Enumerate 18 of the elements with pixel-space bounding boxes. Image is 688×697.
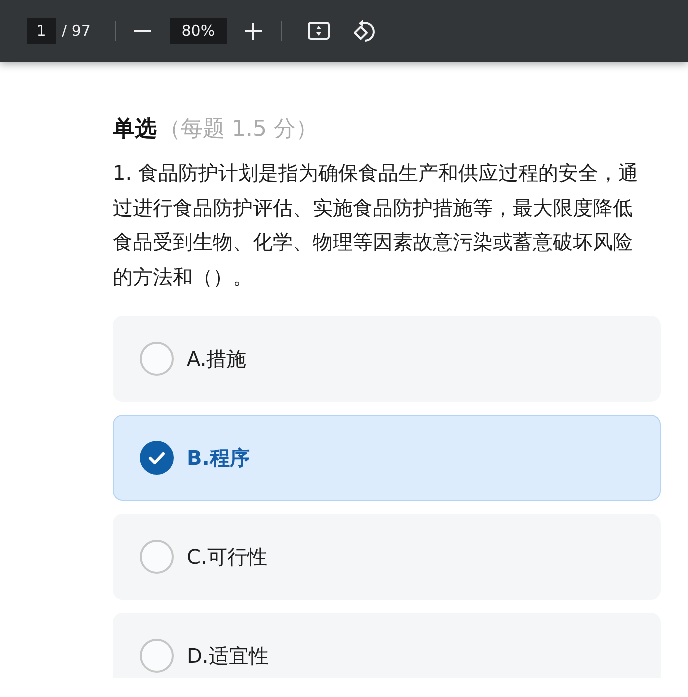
answer-option[interactable]: D.适宜性 <box>113 613 661 678</box>
radio-circle-icon <box>140 639 174 673</box>
minus-icon <box>134 30 152 32</box>
zoom-field[interactable]: 80% <box>170 18 227 44</box>
check-circle-icon <box>140 441 174 475</box>
section-title: 单选 <box>113 116 157 144</box>
score-note: （每题 1.5 分） <box>159 116 318 144</box>
plus-icon <box>245 22 262 40</box>
radio-circle-icon <box>140 540 174 574</box>
answer-option[interactable]: C.可行性 <box>113 514 661 600</box>
rotate-icon <box>353 20 376 42</box>
fit-page-icon <box>308 22 330 40</box>
page-count: / 97 <box>62 22 91 40</box>
page-number-field[interactable]: 1 <box>27 18 56 44</box>
answer-option[interactable]: B.程序 <box>113 415 661 501</box>
radio-circle-icon <box>140 342 174 376</box>
answer-option[interactable]: A.措施 <box>113 316 661 402</box>
question-text: 1. 食品防护计划是指为确保食品生产和供应过程的安全，通过进行食品防护评估、实施食品防护措施等，最大限度降低食品受到生物、化学、物理等因素故意污染或蓄意破坏风险的方法和（）。 <box>113 160 640 290</box>
